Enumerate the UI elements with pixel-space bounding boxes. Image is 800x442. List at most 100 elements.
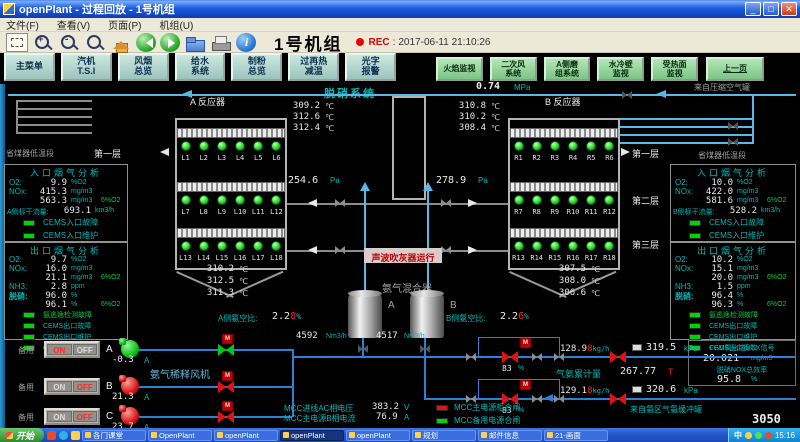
status-lamp-icon xyxy=(181,241,191,251)
quick-launch-icon[interactable] xyxy=(71,431,80,440)
catalyst-lamp: L8 xyxy=(195,195,212,216)
menu-item[interactable]: 查看(V) xyxy=(57,17,90,32)
select-tool-icon[interactable] xyxy=(6,33,28,52)
status-lamp-icon xyxy=(514,141,524,151)
valve-icon[interactable] xyxy=(466,353,476,361)
taskbar-button[interactable]: 规划 xyxy=(412,430,476,441)
layer-label: 第二层 xyxy=(632,194,659,207)
tray-icon[interactable] xyxy=(765,432,772,439)
catalyst-lamp: R5 xyxy=(583,141,600,162)
fan-valve-icon[interactable] xyxy=(218,344,234,356)
quick-launch-icon[interactable] xyxy=(47,431,56,440)
valve-icon xyxy=(441,199,451,207)
title-bar[interactable]: openPlant - 过程回放 - 1号机组 _ □ ✕ xyxy=(0,0,800,18)
mixer-flow-b-unit: Nm3/h xyxy=(404,333,425,340)
status-lamp-icon xyxy=(217,241,227,251)
nav-button[interactable]: 火焰监视 xyxy=(436,57,483,81)
nav-button[interactable]: 制粉总览 xyxy=(231,53,282,81)
duct-pressure-b-unit: Pa xyxy=(478,176,488,185)
taskbar-button[interactable]: openPlant xyxy=(214,430,278,441)
taskbar-button[interactable]: OpenPlant xyxy=(148,430,212,441)
info-icon[interactable] xyxy=(236,33,256,52)
tray-icon[interactable] xyxy=(745,432,752,439)
duct-pressure-b: 278.9 xyxy=(436,175,466,186)
status-lamp-icon xyxy=(586,195,596,205)
window-icon xyxy=(85,432,91,438)
nav-button[interactable]: 给水系统 xyxy=(175,53,226,81)
fan-row: 备用 ONOFF A M -0.3 A xyxy=(10,338,310,368)
status-lamp-icon xyxy=(199,241,209,251)
valve-icon[interactable] xyxy=(358,345,368,353)
taskbar-button[interactable]: 21-画面 xyxy=(544,430,608,441)
fan-onoff-switch[interactable]: ONOFF xyxy=(44,378,100,395)
timestamp: 2017-06-11 21:10:26 xyxy=(398,37,490,48)
status-lamp-icon xyxy=(253,241,263,251)
open-folder-icon[interactable] xyxy=(184,33,206,52)
maximize-button[interactable]: □ xyxy=(763,2,779,16)
nav-button[interactable]: 受热面监视 xyxy=(651,57,698,81)
quick-launch-icon[interactable] xyxy=(59,431,68,440)
status-lamp-icon xyxy=(199,195,209,205)
zoom-in-icon[interactable] xyxy=(32,33,54,52)
cems-panel-b-outlet: 出口烟气分析 O2:10.2%O2 NOx:15.1mg/m3 20.0mg/m… xyxy=(670,242,796,340)
close-button[interactable]: ✕ xyxy=(781,2,797,16)
valve-icon[interactable] xyxy=(532,353,542,361)
tray-icon[interactable] xyxy=(755,432,762,439)
nav-button[interactable]: 光字报警 xyxy=(345,53,396,81)
fan-onoff-switch[interactable]: ONOFF xyxy=(44,408,100,425)
start-button[interactable]: 开始 xyxy=(0,428,44,442)
valve-icon[interactable] xyxy=(420,345,430,353)
flow-arrow-icon xyxy=(468,199,481,207)
status-lamp-icon xyxy=(586,141,596,151)
cems-panel-a-inlet: 入口烟气分析 O2:9.9%O2 NOx:415.3mg/m3 563.3mg/… xyxy=(4,164,128,242)
valve-icon[interactable] xyxy=(554,353,564,361)
menu-item[interactable]: 机组(U) xyxy=(159,17,193,32)
taskbar-button[interactable]: 各门课堂 xyxy=(82,430,146,441)
fan-valve-icon[interactable] xyxy=(218,411,234,423)
economizer-label: 省煤器低温段 xyxy=(698,150,746,161)
catalyst-lamp: R16 xyxy=(565,241,582,262)
ammonia-riser xyxy=(427,186,429,292)
taskbar-button[interactable]: openPlant xyxy=(346,430,410,441)
taskbar-button[interactable]: 邮件信息 xyxy=(478,430,542,441)
zoom-out-icon[interactable] xyxy=(58,33,80,52)
taskbar-button[interactable]: openPlant xyxy=(280,430,344,441)
nav-button[interactable]: 水冷壁监视 xyxy=(597,57,644,81)
previous-page-button[interactable]: 上一页 xyxy=(706,57,764,81)
shutoff-valve-icon[interactable] xyxy=(610,351,626,363)
ratio-a-value: 2.28% xyxy=(272,311,301,322)
taskbar: 开始 各门课堂OpenPlantopenPlantopenPlantopenPl… xyxy=(0,428,800,442)
forward-icon[interactable] xyxy=(160,33,180,52)
status-lamp-icon xyxy=(532,141,542,151)
gauge-icon xyxy=(632,344,642,351)
back-icon[interactable] xyxy=(136,33,156,52)
nav-button[interactable]: 二次风系统 xyxy=(490,57,537,81)
catalyst-layer xyxy=(510,228,618,238)
totalizer-unit: T xyxy=(668,367,674,377)
zoom-icon[interactable] xyxy=(84,33,106,52)
catalyst-lamp: R6 xyxy=(601,141,618,162)
nav-button[interactable]: A侧磨组系统 xyxy=(544,57,591,81)
nav-button[interactable]: 风烟总览 xyxy=(118,53,169,81)
valve-icon xyxy=(335,199,345,207)
menu-item[interactable]: 文件(F) xyxy=(6,17,39,32)
led-icon xyxy=(23,233,35,239)
menu-item[interactable]: 页面(P) xyxy=(108,17,141,32)
up-arrow-icon xyxy=(360,177,370,191)
nav-button[interactable]: 过再热减温 xyxy=(288,53,339,81)
print-icon[interactable] xyxy=(210,33,232,52)
fan-valve-icon[interactable] xyxy=(218,381,234,393)
nav-button[interactable]: 主菜单 xyxy=(4,53,55,81)
catalyst-layer xyxy=(177,128,285,138)
shutoff-valve-icon[interactable] xyxy=(610,393,626,405)
control-valve-icon[interactable] xyxy=(502,351,518,363)
home-icon[interactable] xyxy=(110,33,132,52)
status-lamp-icon xyxy=(217,195,227,205)
valve-icon[interactable] xyxy=(554,395,564,403)
catalyst-lamp: L4 xyxy=(232,141,249,162)
nav-button[interactable]: 汽机T.S.I xyxy=(61,53,112,81)
ammonia-pressure-unit: kPa xyxy=(684,344,698,353)
minimize-button[interactable]: _ xyxy=(745,2,761,16)
language-indicator[interactable]: 中 xyxy=(734,430,742,441)
fan-onoff-switch[interactable]: ONOFF xyxy=(44,341,100,358)
